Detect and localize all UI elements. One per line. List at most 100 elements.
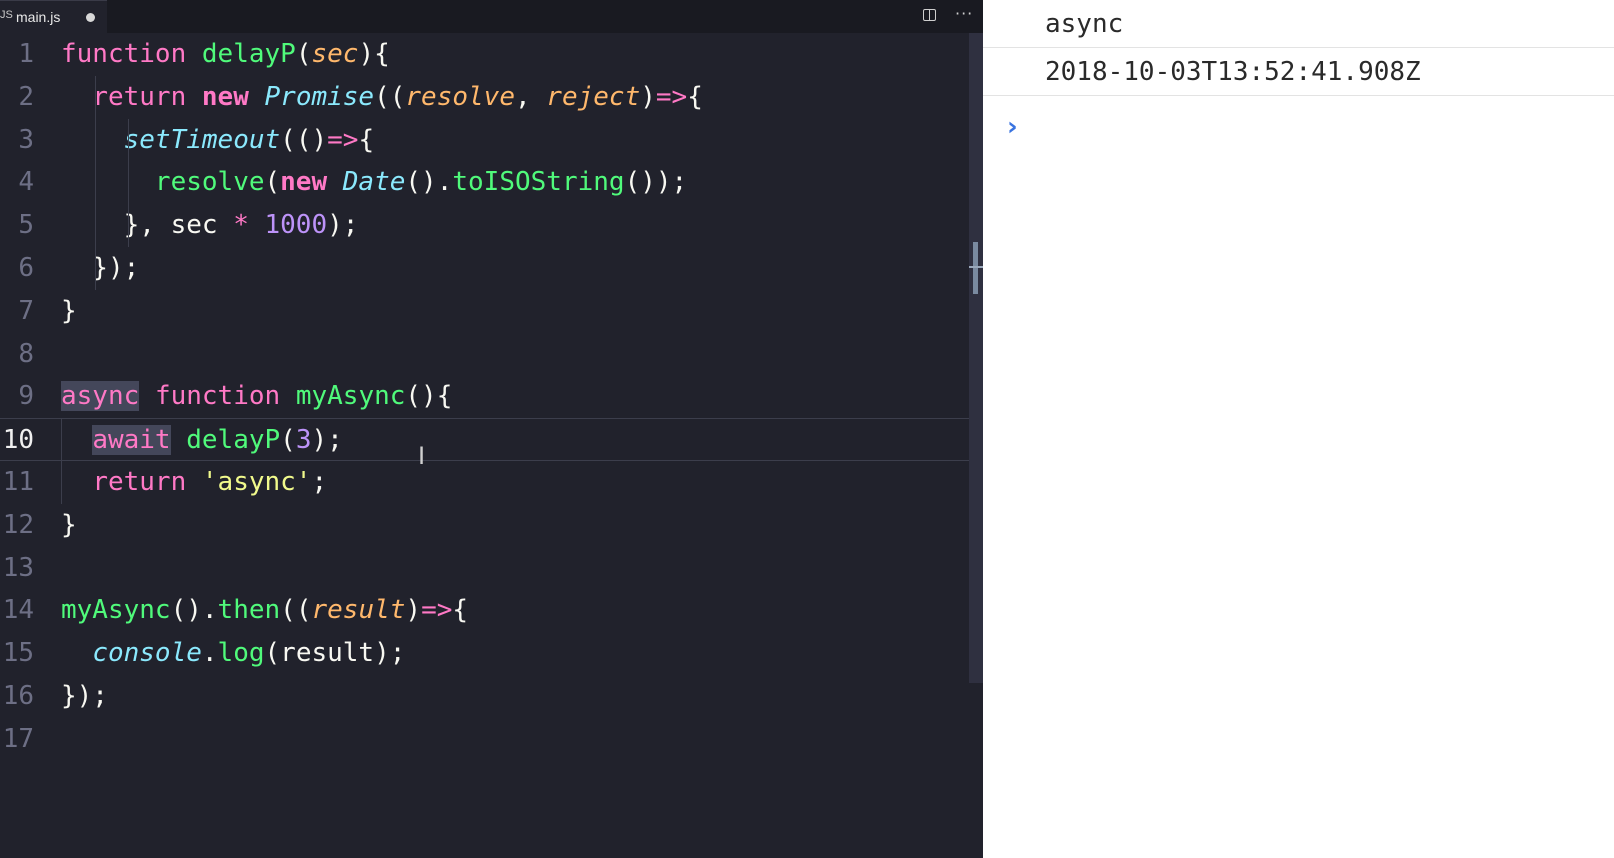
- code-text: async function myAsync(){: [61, 380, 452, 412]
- indent-guide: [95, 75, 96, 119]
- line-number: 15: [2, 638, 34, 669]
- code-line[interactable]: 4 resolve(new Date().toISOString());: [0, 161, 983, 204]
- line-number: 11: [2, 467, 34, 497]
- code-token: (: [295, 39, 312, 69]
- code-token: (){: [405, 381, 453, 412]
- split-editor-icon[interactable]: [923, 9, 936, 21]
- line-number: 12: [2, 509, 34, 540]
- code-token: new: [201, 81, 249, 112]
- code-token: console: [92, 638, 202, 669]
- line-number: 4: [18, 167, 34, 198]
- text-cursor-icon: I: [418, 442, 426, 470]
- code-line[interactable]: 7}: [0, 290, 983, 333]
- line-number: 5: [18, 210, 34, 241]
- code-token: =>: [421, 595, 453, 626]
- code-token: ().: [170, 595, 218, 626]
- code-line[interactable]: 15 console.log(result);: [0, 632, 983, 675]
- line-number: 14: [2, 595, 34, 626]
- code-token: 'async': [201, 467, 312, 497]
- code-line[interactable]: 6 });: [0, 247, 983, 290]
- code-token: delayP: [186, 425, 281, 456]
- code-token: ());: [624, 167, 688, 198]
- line-number: 8: [18, 338, 34, 369]
- code-line[interactable]: 3 setTimeout(()=>{: [0, 119, 983, 162]
- line-number: 16: [2, 681, 34, 711]
- line-number: 13: [2, 552, 34, 583]
- code-text: await delayP(3);: [61, 424, 343, 456]
- code-token: await: [92, 425, 171, 456]
- code-token: myAsync: [61, 595, 171, 626]
- scrollbar-thumb[interactable]: [973, 242, 978, 294]
- code-text: setTimeout(()=>{: [61, 124, 374, 156]
- code-token: toISOString: [452, 167, 625, 198]
- line-number: 2: [18, 81, 34, 112]
- code-token: sec: [311, 39, 359, 69]
- code-text: });: [61, 252, 139, 284]
- indent-guide: [61, 418, 62, 462]
- code-token: }, sec: [61, 210, 234, 241]
- tab-bar: JS main.js ···: [0, 0, 983, 33]
- code-token: delayP: [201, 39, 296, 69]
- code-token: =>: [327, 124, 359, 155]
- code-text: resolve(new Date().toISOString());: [61, 166, 687, 198]
- code-line[interactable]: 16});: [0, 675, 983, 718]
- code-token: ,: [514, 81, 547, 112]
- code-text: myAsync().then((result)=>{: [61, 594, 468, 626]
- console-output-text: 2018-10-03T13:52:41.908Z: [1045, 57, 1421, 87]
- tab-main-js[interactable]: JS main.js: [0, 0, 107, 33]
- code-token: new: [280, 167, 328, 198]
- cursor-position-marker: [969, 266, 983, 268]
- code-line[interactable]: 11 return 'async';: [0, 461, 983, 504]
- indent-guide: [61, 461, 62, 504]
- code-text: }, sec * 1000);: [61, 209, 359, 241]
- code-line[interactable]: 14 myAsync().then((result)=>{: [0, 589, 983, 632]
- code-line[interactable]: 2 return new Promise((resolve, reject)=>…: [0, 76, 983, 119]
- line-number: 3: [18, 124, 34, 155]
- code-token: ): [405, 595, 422, 626]
- code-text: console.log(result);: [61, 637, 405, 669]
- scrollbar[interactable]: [969, 33, 983, 683]
- code-token: async: [61, 381, 140, 412]
- line-number: 17: [2, 723, 34, 754]
- line-number: 6: [18, 253, 34, 283]
- code-token: ): [640, 81, 656, 112]
- code-line[interactable]: 13: [0, 547, 983, 590]
- code-line[interactable]: 10 await delayP(3);: [0, 418, 983, 462]
- code-line[interactable]: 1 function delayP(sec){: [0, 33, 983, 76]
- code-line[interactable]: 12}: [0, 504, 983, 547]
- indent-guide: [128, 161, 129, 205]
- indent-guide: [95, 247, 96, 290]
- unsaved-dot-icon[interactable]: [86, 13, 95, 22]
- code-token: ){: [358, 39, 390, 69]
- code-line[interactable]: 8: [0, 333, 983, 376]
- code-token: });: [61, 253, 140, 283]
- code-token: return: [92, 467, 187, 497]
- code-token: setTimeout: [123, 124, 281, 155]
- code-editor[interactable]: JS main.js ··· 1 function delayP(sec){2 r…: [0, 0, 983, 858]
- code-line[interactable]: 9 async function myAsync(){: [0, 375, 983, 418]
- more-actions-icon[interactable]: ···: [955, 4, 973, 23]
- chevron-right-icon[interactable]: ›: [1007, 112, 1018, 142]
- code-token: myAsync: [295, 381, 406, 412]
- code-line[interactable]: 5 }, sec * 1000);: [0, 204, 983, 247]
- console-panel[interactable]: async 2018-10-03T13:52:41.908Z ›: [983, 0, 1614, 858]
- code-token: reject: [546, 81, 641, 112]
- code-token: result: [311, 595, 406, 626]
- code-token: resolve: [154, 167, 265, 198]
- code-token: ((: [374, 81, 406, 112]
- tab-filename: main.js: [16, 9, 61, 25]
- code-text: }: [61, 509, 77, 541]
- line-number: 1: [18, 39, 34, 69]
- code-token: ((): [280, 124, 328, 155]
- code-line[interactable]: 17: [0, 718, 983, 761]
